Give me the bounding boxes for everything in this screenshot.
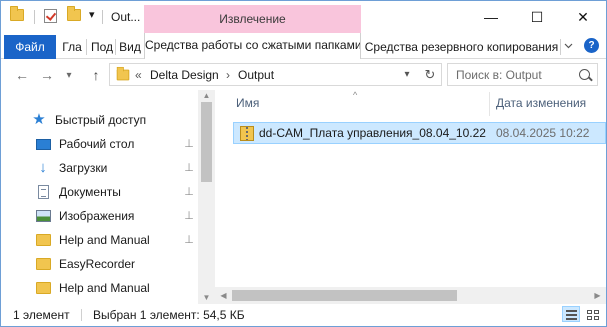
sidebar-item-pictures[interactable]: Изображения	[35, 205, 134, 227]
pin-icon: ⊥	[184, 186, 194, 198]
breadcrumb-output[interactable]: Output	[238, 68, 274, 82]
sidebar-item-label: Изображения	[59, 209, 135, 223]
scroll-left-arrow-icon[interactable]: ◀	[215, 287, 232, 304]
sidebar-item-help-and-manual[interactable]: Help and Manual	[35, 229, 150, 251]
explorer-window: ▾ Out... Извлечение — ☐ ✕ Файл Гла Под В…	[0, 0, 607, 327]
sidebar-item-desktop[interactable]: Рабочий стол	[35, 133, 134, 155]
pin-icon: ⊥	[184, 234, 194, 246]
expand-ribbon-chevron-icon[interactable]	[564, 41, 573, 50]
refresh-button[interactable]: ↻	[421, 67, 439, 83]
ribbon-tab-row: Файл Гла Под Вид Средства работы со сжат…	[1, 33, 606, 59]
pictures-icon	[35, 209, 51, 223]
address-history-dropdown[interactable]: ▾	[400, 68, 414, 82]
sidebar-item-label: Загрузки	[59, 161, 108, 175]
file-list-pane: ^ Имя Дата изменения dd-CAM_Плата управл…	[215, 90, 606, 304]
status-selection: Выбран 1 элемент: 54,5 КБ	[93, 308, 245, 322]
table-row[interactable]: dd-CAM_Плата управления_08.04_10.22 08.0…	[233, 122, 606, 144]
horizontal-scrollbar[interactable]: ◀ ▶	[215, 287, 606, 304]
breadcrumb-separator[interactable]: ›	[226, 68, 230, 82]
sort-indicator-icon: ^	[353, 90, 358, 100]
status-bar: 1 элемент Выбран 1 элемент: 54,5 КБ	[1, 304, 606, 326]
search-input[interactable]: Поиск в: Output	[447, 63, 598, 86]
sidebar-item-label: Help and Manual	[59, 281, 150, 295]
column-divider[interactable]	[489, 92, 490, 116]
desktop-icon	[35, 137, 51, 151]
context-tab-group-extract: Извлечение	[144, 5, 361, 33]
window-title: Out...	[111, 10, 141, 24]
navigation-bar: ← → ▾ ↑ « Delta Design › Output ▾ ↻ Поис…	[1, 60, 606, 90]
sidebar-item-documents[interactable]: Документы	[35, 181, 121, 203]
folder-icon	[35, 281, 51, 295]
sidebar-item-easyrecorder[interactable]: EasyRecorder	[35, 253, 135, 275]
minimize-button[interactable]: —	[468, 1, 514, 33]
scrollbar-thumb[interactable]	[232, 290, 457, 301]
tab-file[interactable]: Файл	[4, 35, 56, 59]
scroll-right-arrow-icon[interactable]: ▶	[589, 287, 606, 304]
pin-icon: ⊥	[184, 138, 194, 150]
divider	[86, 39, 87, 55]
pin-icon: ⊥	[184, 210, 194, 222]
zip-folder-icon	[240, 126, 254, 141]
back-button[interactable]: ←	[13, 66, 31, 84]
divider	[81, 309, 82, 321]
large-icons-view-button[interactable]	[583, 306, 601, 322]
tab-compressed-folder-tools[interactable]: Средства работы со сжатыми папками	[144, 33, 361, 59]
maximize-button[interactable]: ☐	[514, 1, 560, 33]
navigation-pane-scrollbar[interactable]: ▲ ▼	[198, 90, 215, 304]
tab-home[interactable]: Гла	[61, 35, 83, 59]
sidebar-item-quick-access[interactable]: ★ Быстрый доступ	[31, 109, 146, 131]
divider	[34, 10, 35, 24]
scroll-down-arrow-icon[interactable]: ▼	[198, 292, 215, 304]
column-header-date-modified[interactable]: Дата изменения	[496, 96, 586, 110]
pin-icon: ⊥	[184, 162, 194, 174]
divider	[560, 39, 561, 55]
folder-icon	[10, 6, 24, 21]
navigation-pane: ★ Быстрый доступ Рабочий стол ⊥ ↓ Загруз…	[1, 90, 215, 304]
status-item-count: 1 элемент	[13, 308, 70, 322]
sidebar-item-label: Быстрый доступ	[55, 113, 147, 127]
tab-share[interactable]: Под	[90, 35, 114, 59]
new-folder-icon[interactable]	[67, 6, 81, 21]
scroll-up-arrow-icon[interactable]: ▲	[198, 90, 215, 102]
divider	[102, 10, 103, 24]
sidebar-item-help-and-manual-2[interactable]: Help and Manual	[35, 277, 150, 299]
up-button[interactable]: ↑	[87, 66, 105, 84]
file-date-modified: 08.04.2025 10:22	[496, 126, 590, 140]
folder-icon	[116, 66, 130, 81]
breadcrumb-overflow[interactable]: «	[135, 68, 142, 82]
sidebar-item-label: Рабочий стол	[59, 137, 135, 151]
quick-access-customize-button[interactable]: ▾	[89, 8, 95, 21]
search-placeholder: Поиск в: Output	[456, 68, 542, 82]
sidebar-item-downloads[interactable]: ↓ Загрузки	[35, 157, 107, 179]
tab-view[interactable]: Вид	[118, 35, 142, 59]
folder-icon	[35, 257, 51, 271]
documents-icon	[35, 185, 51, 199]
details-view-button[interactable]	[562, 306, 580, 322]
divider	[115, 39, 116, 55]
sidebar-item-label: EasyRecorder	[59, 257, 136, 271]
folder-icon	[35, 233, 51, 247]
download-icon: ↓	[39, 159, 47, 176]
sidebar-item-label: Help and Manual	[59, 233, 150, 247]
forward-button[interactable]: →	[38, 66, 56, 84]
tab-backup-tools[interactable]: Средства резервного копирования	[363, 35, 560, 59]
close-button[interactable]: ✕	[560, 1, 606, 33]
sidebar-item-label: Документы	[59, 185, 121, 199]
breadcrumb-delta-design[interactable]: Delta Design	[150, 68, 219, 82]
star-icon: ★	[32, 111, 46, 128]
address-bar[interactable]: « Delta Design › Output ▾ ↻	[109, 63, 442, 86]
properties-icon[interactable]	[44, 9, 57, 23]
help-icon[interactable]: ?	[584, 38, 599, 53]
recent-locations-button[interactable]: ▾	[60, 66, 78, 84]
scrollbar-thumb[interactable]	[201, 102, 212, 182]
column-header-name[interactable]: Имя	[236, 96, 259, 110]
title-bar: ▾ Out... Извлечение — ☐ ✕	[1, 1, 606, 33]
file-name: dd-CAM_Плата управления_08.04_10.22	[259, 126, 486, 140]
search-icon	[579, 69, 590, 80]
